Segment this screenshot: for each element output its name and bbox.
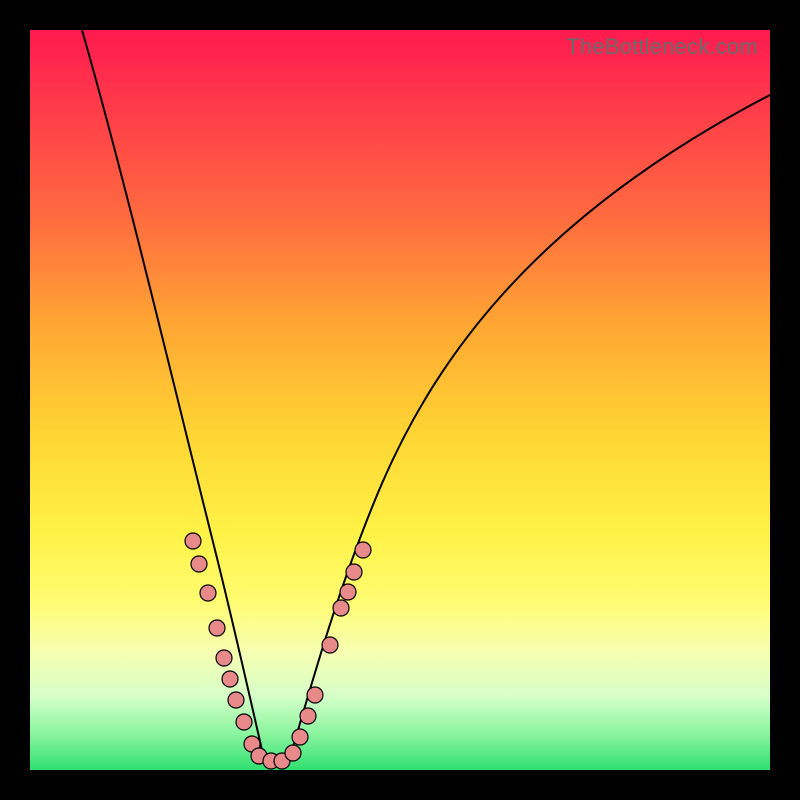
scatter-cluster — [185, 533, 371, 769]
plot-area: TheBottleneck.com — [30, 30, 770, 770]
watermark-text: TheBottleneck.com — [566, 34, 758, 60]
curve-left-arm — [82, 30, 265, 763]
curve-right-arm — [288, 95, 770, 763]
chart-svg — [30, 30, 770, 770]
